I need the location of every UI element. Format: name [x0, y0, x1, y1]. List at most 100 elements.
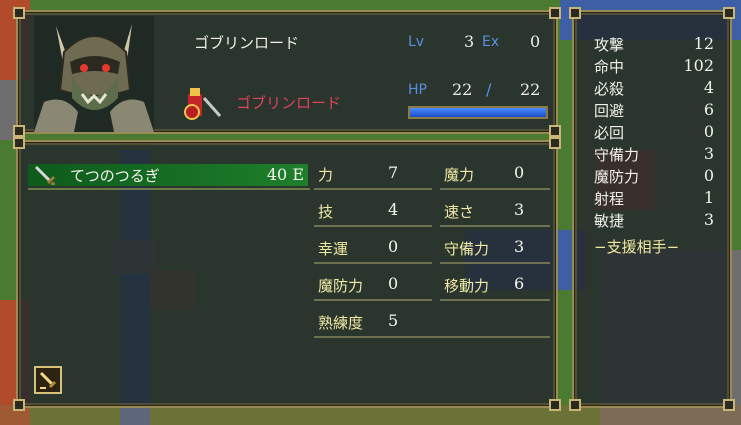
unit-stats-panel: てつのつるぎ 40 E 力 7 魔力 0 技 4 速さ 3 幸運 0 守備力 3…	[13, 137, 561, 411]
panel-corner	[13, 7, 25, 19]
unit-map-sprite-icon	[184, 88, 222, 120]
substat-attack: 攻撃 12	[594, 34, 714, 56]
stat-label: 力	[318, 166, 334, 184]
substat-avoid: 回避 6	[594, 100, 714, 122]
exp-label: Ex	[482, 34, 500, 50]
stat-label: 移動力	[444, 277, 490, 295]
stat-divider	[314, 262, 432, 264]
substat-value: 0	[703, 166, 714, 185]
substat-value: 0	[703, 122, 714, 141]
stat-strength: 力 7	[314, 162, 432, 190]
stat-value: 6	[514, 274, 525, 293]
combat-stats-panel: 攻撃 12 命中 102 必殺 4 回避 6 必回 0 守備力 3 魔防力 0 …	[569, 7, 735, 411]
stat-divider	[440, 188, 550, 190]
stat-value: 3	[514, 237, 525, 256]
substat-label: 命中	[594, 58, 625, 76]
level-label: Lv	[408, 34, 425, 50]
substat-value: 6	[703, 100, 714, 119]
exp-value: 0	[530, 32, 541, 51]
stat-value: 0	[388, 274, 399, 293]
stat-value: 0	[514, 163, 525, 182]
panel-corner	[13, 399, 25, 411]
panel-corner	[13, 125, 25, 137]
stat-divider	[314, 336, 550, 338]
stat-magic: 魔力 0	[440, 162, 550, 190]
hp-bar-fill	[410, 108, 546, 117]
weapon-name: てつのつるぎ	[70, 167, 160, 185]
substat-agility: 敏捷 3	[594, 210, 714, 232]
substat-crit-avoid: 必回 0	[594, 122, 714, 144]
stat-value: 3	[514, 200, 525, 219]
stat-label: 幸運	[318, 240, 349, 258]
unit-class-name: ゴブリンロード	[236, 94, 342, 112]
substat-label: 回避	[594, 102, 625, 120]
weapon-type-icon[interactable]	[34, 366, 62, 394]
stat-proficiency: 熟練度 5	[314, 310, 550, 338]
stat-label: 技	[318, 203, 334, 221]
stat-label: 魔防力	[318, 277, 364, 295]
stat-label: 熟練度	[318, 314, 364, 332]
stat-value: 4	[388, 200, 399, 219]
unit-header-panel: ゴブリンロード ゴブリンロード Lv 3 Ex 0 HP 22 / 22	[13, 7, 561, 137]
panel-corner	[549, 7, 561, 19]
support-partners-label: −支援相手−	[594, 238, 680, 256]
substat-value: 1	[703, 188, 714, 207]
substat-label: 必殺	[594, 80, 625, 98]
hp-bar	[408, 106, 548, 119]
stat-speed: 速さ 3	[440, 199, 550, 227]
sword-icon	[34, 165, 56, 185]
panel-corner	[549, 137, 561, 149]
substat-label: 敏捷	[594, 212, 625, 230]
stat-label: 守備力	[444, 240, 490, 258]
substat-label: 魔防力	[594, 168, 640, 186]
weapon-item-row[interactable]: てつのつるぎ 40 E	[28, 164, 308, 186]
level-value: 3	[464, 32, 475, 51]
stat-label: 速さ	[444, 203, 475, 221]
panel-corner	[13, 137, 25, 149]
stat-value: 5	[388, 311, 399, 330]
hp-separator: /	[486, 80, 492, 99]
stat-resistance: 魔防力 0	[314, 273, 432, 301]
panel-corner	[569, 399, 581, 411]
substat-value: 4	[703, 78, 714, 97]
substat-label: 必回	[594, 124, 625, 142]
stat-luck: 幸運 0	[314, 236, 432, 264]
substat-hit: 命中 102	[594, 56, 714, 78]
stat-divider	[440, 262, 550, 264]
hp-current: 22	[452, 80, 473, 99]
stat-label: 魔力	[444, 166, 475, 184]
panel-corner	[549, 125, 561, 137]
substat-defense: 守備力 3	[594, 144, 714, 166]
substat-crit: 必殺 4	[594, 78, 714, 100]
panel-corner	[723, 7, 735, 19]
substat-value: 3	[703, 144, 714, 163]
hp-label: HP	[408, 82, 427, 98]
stat-value: 0	[388, 237, 399, 256]
stat-divider	[440, 225, 550, 227]
stat-skill: 技 4	[314, 199, 432, 227]
panel-corner	[549, 399, 561, 411]
stat-defense: 守備力 3	[440, 236, 550, 264]
stat-divider	[314, 299, 432, 301]
stat-divider	[440, 299, 550, 301]
substat-range: 射程 1	[594, 188, 714, 210]
hp-max: 22	[520, 80, 541, 99]
substat-value: 3	[703, 210, 714, 229]
weapon-uses: 40 E	[266, 165, 304, 184]
substat-resistance: 魔防力 0	[594, 166, 714, 188]
substat-label: 守備力	[594, 146, 640, 164]
stat-value: 7	[388, 163, 399, 182]
weapon-row-divider	[28, 188, 310, 190]
goblin-lord-portrait	[34, 16, 154, 132]
substat-label: 攻撃	[594, 36, 625, 54]
sword-icon	[39, 371, 57, 389]
stat-divider	[314, 188, 432, 190]
substat-value: 12	[693, 34, 714, 53]
panel-corner	[569, 7, 581, 19]
stat-movement: 移動力 6	[440, 273, 550, 301]
unit-name: ゴブリンロード	[194, 34, 300, 52]
substat-value: 102	[683, 56, 714, 75]
stat-divider	[314, 225, 432, 227]
panel-corner	[723, 399, 735, 411]
substat-label: 射程	[594, 190, 625, 208]
